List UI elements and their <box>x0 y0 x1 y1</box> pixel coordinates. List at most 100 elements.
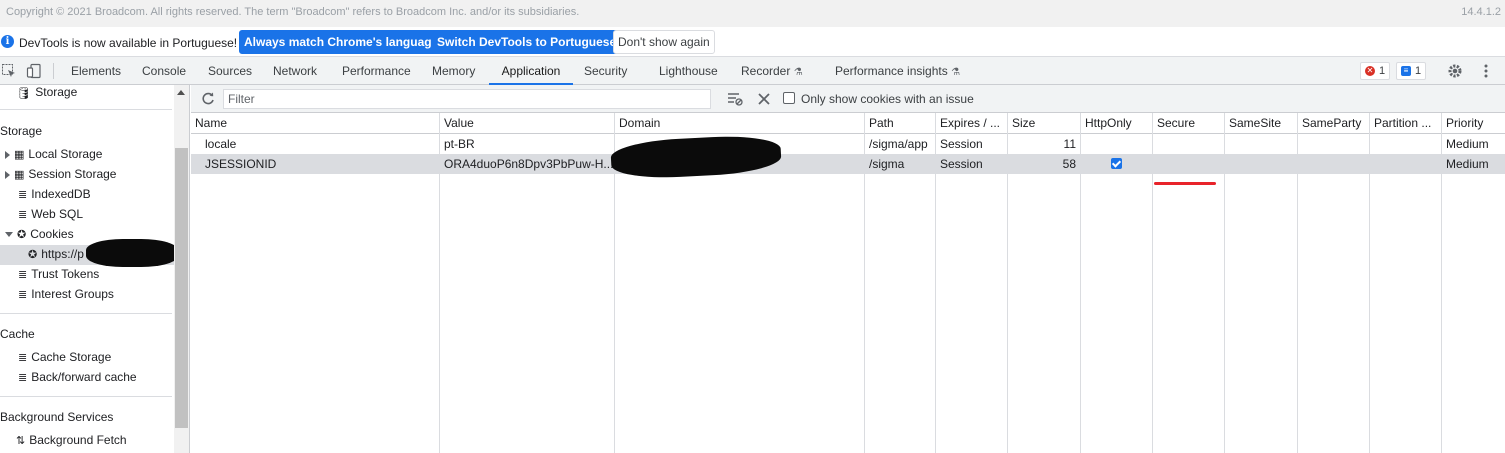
database-icon: ≣ <box>18 371 28 384</box>
sidebar-item-session-storage[interactable]: ▦ Session Storage <box>5 164 116 184</box>
column-header-domain[interactable]: Domain <box>615 113 864 134</box>
scrollbar-thumb[interactable] <box>175 148 188 428</box>
sidebar-item-cookies[interactable]: ✪ Cookies <box>5 224 74 244</box>
filter-input[interactable] <box>223 89 711 109</box>
clear-filtered-cookies-icon[interactable] <box>727 91 743 107</box>
table-row[interactable]: JSESSIONID ORA4duoP6n8Dpv3PbPuw-H... /si… <box>191 154 1505 174</box>
database-icon: 🛢 <box>16 85 32 100</box>
sidebar-item-label: Interest Groups <box>31 287 114 301</box>
always-match-language-button[interactable]: Always match Chrome's language <box>239 30 444 54</box>
scroll-up-arrow-icon[interactable] <box>177 90 185 95</box>
inspect-element-icon[interactable] <box>1 63 17 79</box>
page-copyright-strip: Copyright © 2021 Broadcom. All rights re… <box>0 0 1505 27</box>
more-options-icon[interactable] <box>1478 63 1494 79</box>
refresh-icon[interactable] <box>200 91 216 107</box>
only-issues-checkbox[interactable] <box>783 92 795 104</box>
infobar-message: DevTools is now available in Portuguese! <box>19 36 238 50</box>
tab-elements[interactable]: Elements <box>71 57 121 85</box>
column-header-partition[interactable]: Partition ... <box>1370 113 1441 134</box>
copyright-text: Copyright © 2021 Broadcom. All rights re… <box>6 6 580 18</box>
sidebar-item-cookie-origin[interactable]: ✪ https://p <box>28 244 84 264</box>
info-icon: i <box>1 35 14 48</box>
sidebar-item-bfcache[interactable]: ≣ Back/forward cache <box>18 367 137 387</box>
tab-performance[interactable]: Performance <box>342 57 411 85</box>
table-header: Name Value Domain Path Expires / ... Siz… <box>191 113 1505 134</box>
tab-network[interactable]: Network <box>273 57 317 85</box>
switch-to-portuguese-button[interactable]: Switch DevTools to Portuguese <box>432 30 622 54</box>
column-header-httponly[interactable]: HttpOnly <box>1081 113 1152 134</box>
database-icon: ≣ <box>18 188 28 201</box>
column-header-size[interactable]: Size <box>1008 113 1080 134</box>
tab-console[interactable]: Console <box>142 57 186 85</box>
expand-arrow-icon[interactable] <box>5 150 10 159</box>
sidebar-item-label: Cache Storage <box>31 350 112 364</box>
cell-path: /sigma <box>869 157 905 171</box>
tab-application[interactable]: Application <box>489 57 573 85</box>
language-infobar: i DevTools is now available in Portugues… <box>0 27 1505 57</box>
cookies-table: Name Value Domain Path Expires / ... Siz… <box>191 113 1505 453</box>
column-header-secure[interactable]: Secure <box>1153 113 1224 134</box>
tab-recorder-label: Recorder <box>741 64 791 78</box>
column-header-path[interactable]: Path <box>865 113 935 134</box>
cell-value: ORA4duoP6n8Dpv3PbPuw-H... <box>444 157 614 171</box>
sidebar-item-label: Background Fetch <box>29 433 127 447</box>
tab-lighthouse[interactable]: Lighthouse <box>659 57 718 85</box>
device-toolbar-icon[interactable] <box>26 63 42 79</box>
column-divider <box>1007 113 1008 453</box>
tab-security[interactable]: Security <box>584 57 627 85</box>
sidebar-item-storage-overview[interactable]: 🛢 Storage <box>16 85 77 102</box>
sidebar-scrollbar[interactable] <box>174 85 189 453</box>
column-header-priority[interactable]: Priority <box>1442 113 1505 134</box>
gear-icon[interactable] <box>1447 63 1463 79</box>
sidebar-section-cache: Cache <box>0 327 35 341</box>
column-header-value[interactable]: Value <box>440 113 614 134</box>
up-down-arrows-icon: ⇅ <box>16 434 26 447</box>
column-header-samesite[interactable]: SameSite <box>1225 113 1297 134</box>
issues-count: 1 <box>1415 65 1422 77</box>
tab-sources[interactable]: Sources <box>208 57 252 85</box>
cookies-toolbar: Only show cookies with an issue <box>191 85 1505 113</box>
tab-performance-insights-label: Performance insights <box>835 64 948 78</box>
errors-badge[interactable]: ✕ 1 <box>1360 62 1391 80</box>
experiment-flask-icon: ⚗ <box>793 67 803 78</box>
sidebar-item-background-fetch[interactable]: ⇅ Background Fetch <box>16 430 127 450</box>
tab-recorder[interactable]: Recorder ⚗ <box>741 57 803 85</box>
column-divider <box>1224 113 1225 453</box>
sidebar-item-local-storage[interactable]: ▦ Local Storage <box>5 144 102 164</box>
sidebar-item-trust-tokens[interactable]: ≣ Trust Tokens <box>18 264 99 284</box>
tab-performance-insights[interactable]: Performance insights ⚗ <box>835 57 960 85</box>
column-divider <box>1297 113 1298 453</box>
cell-path: /sigma/app <box>869 137 928 151</box>
clear-all-cookies-icon[interactable] <box>757 92 771 106</box>
dont-show-again-button[interactable]: Don't show again <box>613 30 715 54</box>
column-divider <box>935 113 936 453</box>
sidebar-item-cache-storage[interactable]: ≣ Cache Storage <box>18 347 111 367</box>
expand-arrow-icon[interactable] <box>5 170 10 179</box>
toolbar-separator <box>53 63 54 79</box>
sidebar-divider <box>0 396 172 397</box>
sidebar-item-interest-groups[interactable]: ≣ Interest Groups <box>18 284 114 304</box>
sidebar-item-label: Local Storage <box>28 147 103 161</box>
sidebar-item-indexeddb[interactable]: ≣ IndexedDB <box>18 184 91 204</box>
cell-name: locale <box>205 137 237 151</box>
database-icon: ≣ <box>18 208 28 221</box>
sidebar-item-web-sql[interactable]: ≣ Web SQL <box>18 204 83 224</box>
experiment-flask-icon: ⚗ <box>951 67 961 78</box>
sidebar-item-label: Trust Tokens <box>31 267 100 281</box>
column-header-name[interactable]: Name <box>191 113 439 134</box>
collapse-arrow-icon[interactable] <box>5 232 13 238</box>
column-header-expires[interactable]: Expires / ... <box>936 113 1007 134</box>
column-header-sameparty[interactable]: SameParty <box>1298 113 1369 134</box>
sidebar-section-storage: Storage <box>0 124 43 138</box>
column-divider <box>1441 113 1442 453</box>
column-divider <box>1152 113 1153 453</box>
column-divider <box>864 113 865 453</box>
sidebar-divider <box>0 313 172 314</box>
httponly-checked-icon <box>1111 158 1122 169</box>
tab-memory[interactable]: Memory <box>432 57 475 85</box>
issues-badge[interactable]: ≡ 1 <box>1396 62 1427 80</box>
devtools-tabbar: Elements Console Sources Network Perform… <box>0 57 1505 85</box>
table-row[interactable]: locale pt-BR /sigma/app Session 11 Mediu… <box>191 134 1505 154</box>
cell-priority: Medium <box>1446 157 1489 171</box>
sidebar-item-label: Web SQL <box>31 207 84 221</box>
